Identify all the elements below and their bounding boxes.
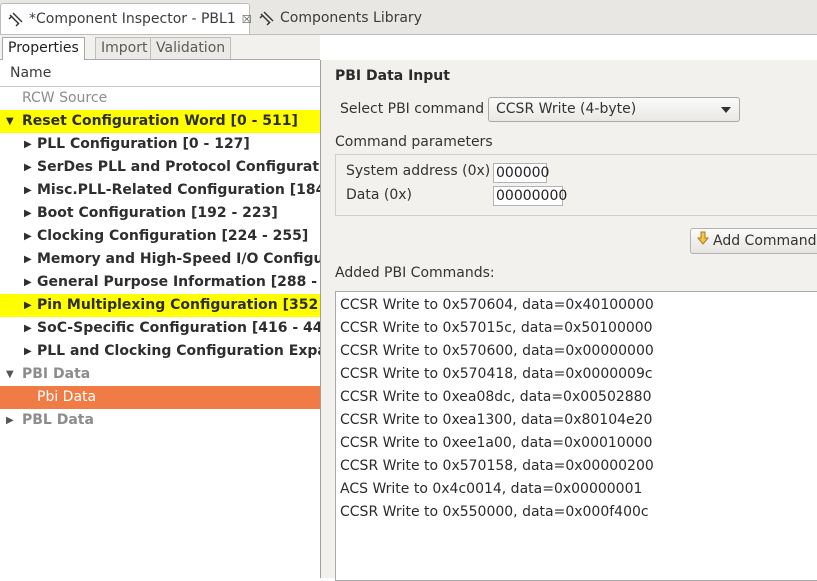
tree-item-label: Misc.PLL-Related Configuration [184 - 1 bbox=[37, 182, 320, 198]
collapsed-arrow-icon[interactable]: ▶ bbox=[24, 271, 32, 294]
tree-item-misc-pll[interactable]: ▶ Misc.PLL-Related Configuration [184 - … bbox=[0, 179, 320, 202]
column-header-name[interactable]: Name bbox=[0, 60, 320, 87]
tree-item-boot-configuration[interactable]: ▶ Boot Configuration [192 - 223] bbox=[0, 202, 320, 225]
tree-item-pll-configuration[interactable]: ▶ PLL Configuration [0 - 127] bbox=[0, 133, 320, 156]
list-item[interactable]: CCSR Write to 0x570604, data=0x40100000 bbox=[340, 294, 654, 317]
tree-item-pin-multiplexing[interactable]: ▶ Pin Multiplexing Configuration [352 - … bbox=[0, 294, 320, 317]
tree-item-label: General Purpose Information [288 - 319] bbox=[37, 274, 320, 290]
added-commands-list[interactable]: CCSR Write to 0x570604, data=0x40100000 … bbox=[335, 291, 817, 581]
list-item[interactable]: CCSR Write to 0x570418, data=0x0000009c bbox=[340, 363, 653, 386]
tab-components-library[interactable]: Components Library bbox=[252, 3, 432, 33]
pbi-command-select[interactable]: CCSR Write (4-byte) bbox=[488, 97, 740, 122]
data-label: Data (0x) bbox=[346, 187, 412, 203]
add-command-button[interactable]: Add Command bbox=[690, 228, 817, 254]
tree-item-label: Memory and High-Speed I/O Configurat bbox=[37, 251, 320, 267]
properties-tab-bar: Properties Import Validation bbox=[0, 35, 320, 60]
tree-item-serdes-pll[interactable]: ▶ SerDes PLL and Protocol Configuration bbox=[0, 156, 320, 179]
tree-item-soc-specific[interactable]: ▶ SoC-Specific Configuration [416 - 447] bbox=[0, 317, 320, 340]
tab-validation[interactable]: Validation bbox=[150, 37, 232, 59]
tree-item-label: SoC-Specific Configuration [416 - 447] bbox=[37, 320, 320, 336]
tree-item-general-purpose-information[interactable]: ▶ General Purpose Information [288 - 319… bbox=[0, 271, 320, 294]
group-label: Command parameters bbox=[335, 134, 497, 150]
tree-item-pbl-data[interactable]: ▶ PBL Data bbox=[0, 409, 320, 432]
tree-item-label: Pin Multiplexing Configuration [352 - 41 bbox=[37, 297, 320, 313]
tab-import[interactable]: Import bbox=[95, 37, 154, 59]
system-address-input[interactable]: 000000 bbox=[493, 163, 549, 183]
list-item[interactable]: CCSR Write to 0x570158, data=0x00000200 bbox=[340, 455, 654, 478]
tree-item-label: Pbi Data bbox=[37, 389, 97, 405]
component-icon bbox=[258, 10, 276, 26]
editor-tab-bar: *Component Inspector - PBL1 ☒ Components… bbox=[0, 0, 817, 35]
list-item[interactable]: ACS Write to 0x4c0014, data=0x00000001 bbox=[340, 478, 642, 501]
tree-item-label: Clocking Configuration [224 - 255] bbox=[37, 228, 309, 244]
tree-item-label: RCW Source bbox=[22, 90, 108, 106]
expanded-arrow-icon[interactable]: ▼ bbox=[6, 110, 14, 133]
tree-item-pbi-data[interactable]: Pbi Data bbox=[0, 386, 320, 409]
list-item[interactable]: CCSR Write to 0xea08dc, data=0x00502880 bbox=[340, 386, 652, 409]
tab-label: Components Library bbox=[280, 10, 422, 26]
collapsed-arrow-icon[interactable]: ▶ bbox=[24, 179, 32, 202]
tree-item-label: PLL and Clocking Configuration Expansi bbox=[37, 343, 320, 359]
tree-item-rcw-source[interactable]: RCW Source bbox=[0, 87, 320, 110]
tree-item-label: SerDes PLL and Protocol Configuration bbox=[37, 159, 320, 175]
select-value: CCSR Write (4-byte) bbox=[496, 101, 637, 117]
tab-label: *Component Inspector - PBL1 bbox=[29, 11, 236, 27]
tree-item-label: Reset Configuration Word [0 - 511] bbox=[22, 113, 298, 129]
tree-item-memory-high-speed-io[interactable]: ▶ Memory and High-Speed I/O Configurat bbox=[0, 248, 320, 271]
tree-item-pll-clocking-expansion[interactable]: ▶ PLL and Clocking Configuration Expansi bbox=[0, 340, 320, 363]
tree-panel: Name RCW Source ▼ Reset Configuration Wo… bbox=[0, 60, 321, 578]
data-input[interactable]: 00000000 bbox=[493, 186, 567, 206]
collapsed-arrow-icon[interactable]: ▶ bbox=[24, 225, 32, 248]
chevron-down-icon bbox=[721, 107, 731, 113]
collapsed-arrow-icon[interactable]: ▶ bbox=[6, 409, 14, 432]
collapsed-arrow-icon[interactable]: ▶ bbox=[24, 133, 32, 156]
add-command-label: Add Command bbox=[713, 233, 817, 249]
collapsed-arrow-icon[interactable]: ▶ bbox=[24, 294, 32, 317]
list-item[interactable]: CCSR Write to 0xea1300, data=0x80104e20 bbox=[340, 409, 652, 432]
pbi-data-panel: PBI Data Input Select PBI command CCSR W… bbox=[321, 60, 817, 581]
tree-item-pbi-data-group[interactable]: ▼ PBI Data bbox=[0, 363, 320, 386]
collapsed-arrow-icon[interactable]: ▶ bbox=[24, 317, 32, 340]
list-item[interactable]: CCSR Write to 0x570600, data=0x00000000 bbox=[340, 340, 654, 363]
tree-item-label: Boot Configuration [192 - 223] bbox=[37, 205, 278, 221]
expanded-arrow-icon[interactable]: ▼ bbox=[6, 363, 14, 386]
collapsed-arrow-icon[interactable]: ▶ bbox=[24, 340, 32, 363]
tree-item-reset-configuration-word[interactable]: ▼ Reset Configuration Word [0 - 511] bbox=[0, 110, 320, 133]
tree-item-label: PLL Configuration [0 - 127] bbox=[37, 136, 250, 152]
tab-properties[interactable]: Properties bbox=[2, 37, 85, 60]
tree-item-clocking-configuration[interactable]: ▶ Clocking Configuration [224 - 255] bbox=[0, 225, 320, 248]
system-address-label: System address (0x) bbox=[346, 163, 491, 179]
section-title: PBI Data Input bbox=[335, 68, 450, 84]
list-item[interactable]: CCSR Write to 0xee1a00, data=0x00010000 bbox=[340, 432, 652, 455]
collapsed-arrow-icon[interactable]: ▶ bbox=[24, 202, 32, 225]
tree-item-label: PBL Data bbox=[22, 412, 94, 428]
component-icon bbox=[7, 11, 25, 27]
list-item[interactable]: CCSR Write to 0x57015c, data=0x50100000 bbox=[340, 317, 653, 340]
list-item[interactable]: CCSR Write to 0x550000, data=0x000f400c bbox=[340, 501, 649, 524]
arrow-down-icon bbox=[696, 229, 710, 253]
collapsed-arrow-icon[interactable]: ▶ bbox=[24, 156, 32, 179]
select-command-label: Select PBI command bbox=[340, 101, 485, 117]
close-icon[interactable]: ☒ bbox=[242, 13, 252, 26]
collapsed-arrow-icon[interactable]: ▶ bbox=[24, 248, 32, 271]
tree-item-label: PBI Data bbox=[22, 366, 91, 382]
added-commands-label: Added PBI Commands: bbox=[335, 265, 495, 281]
tab-component-inspector[interactable]: *Component Inspector - PBL1 ☒ bbox=[0, 3, 252, 34]
